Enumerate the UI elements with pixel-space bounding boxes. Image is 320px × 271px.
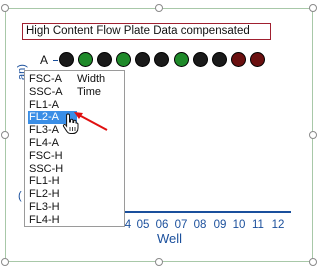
dropdown-item[interactable]: SSC-H: [28, 163, 77, 176]
x-tick-label: 05: [136, 219, 150, 231]
dropdown-item[interactable]: FL4-H: [28, 214, 77, 227]
x-axis-title: Well: [157, 231, 183, 246]
well-marker[interactable]: [135, 52, 150, 67]
dropdown-item[interactable]: FL2-H: [28, 188, 77, 201]
dropdown-item[interactable]: FL1-H: [28, 175, 77, 188]
hand-pointer-cursor-icon: [62, 113, 79, 134]
resize-handle-middle-right[interactable]: [309, 131, 317, 139]
resize-handle-top-right[interactable]: [309, 4, 317, 12]
x-tick-label: 10: [232, 219, 246, 231]
x-tick-label: 06: [155, 219, 169, 231]
well-marker[interactable]: [193, 52, 208, 67]
well-marker[interactable]: [154, 52, 169, 67]
well-marker[interactable]: [97, 52, 112, 67]
resize-handle-bottom-right[interactable]: [309, 258, 317, 266]
dropdown-item[interactable]: FSC-H: [28, 150, 77, 163]
well-marker[interactable]: [212, 52, 227, 67]
resize-handle-top-center[interactable]: [155, 4, 163, 12]
dropdown-item[interactable]: SSC-A: [28, 86, 77, 99]
resize-handle-bottom-center[interactable]: [155, 258, 163, 266]
resize-handle-bottom-left[interactable]: [1, 258, 9, 266]
well-marker[interactable]: [231, 52, 246, 67]
resize-handle-middle-left[interactable]: [1, 131, 9, 139]
well-marker[interactable]: [250, 52, 265, 67]
x-tick-label: 08: [193, 219, 207, 231]
well-marker[interactable]: [174, 52, 189, 67]
dropdown-item[interactable]: FSC-A: [28, 73, 77, 86]
dropdown-item[interactable]: Width: [77, 73, 105, 86]
chart-title[interactable]: High Content Flow Plate Data compensated: [22, 23, 271, 40]
row-tick: [53, 60, 58, 61]
well-marker[interactable]: [59, 52, 74, 67]
x-tick-label: 09: [213, 219, 227, 231]
dropdown-item[interactable]: Time: [77, 86, 101, 99]
dropdown-item[interactable]: FL4-A: [28, 137, 77, 150]
row-label: A: [40, 53, 49, 67]
x-tick-label: 11: [252, 219, 264, 231]
well-marker[interactable]: [78, 52, 93, 67]
resize-handle-top-left[interactable]: [1, 4, 9, 12]
x-tick-label: 12: [271, 219, 285, 231]
x-tick-label: 07: [174, 219, 188, 231]
field-dropdown-menu[interactable]: FSC-A SSC-A FL1-A FL2-A FL3-A FL4-A FSC-H SSC-H…: [24, 70, 125, 227]
well-marker[interactable]: [116, 52, 131, 67]
x-axis-line: [125, 211, 291, 213]
dropdown-item[interactable]: FL3-H: [28, 201, 77, 214]
